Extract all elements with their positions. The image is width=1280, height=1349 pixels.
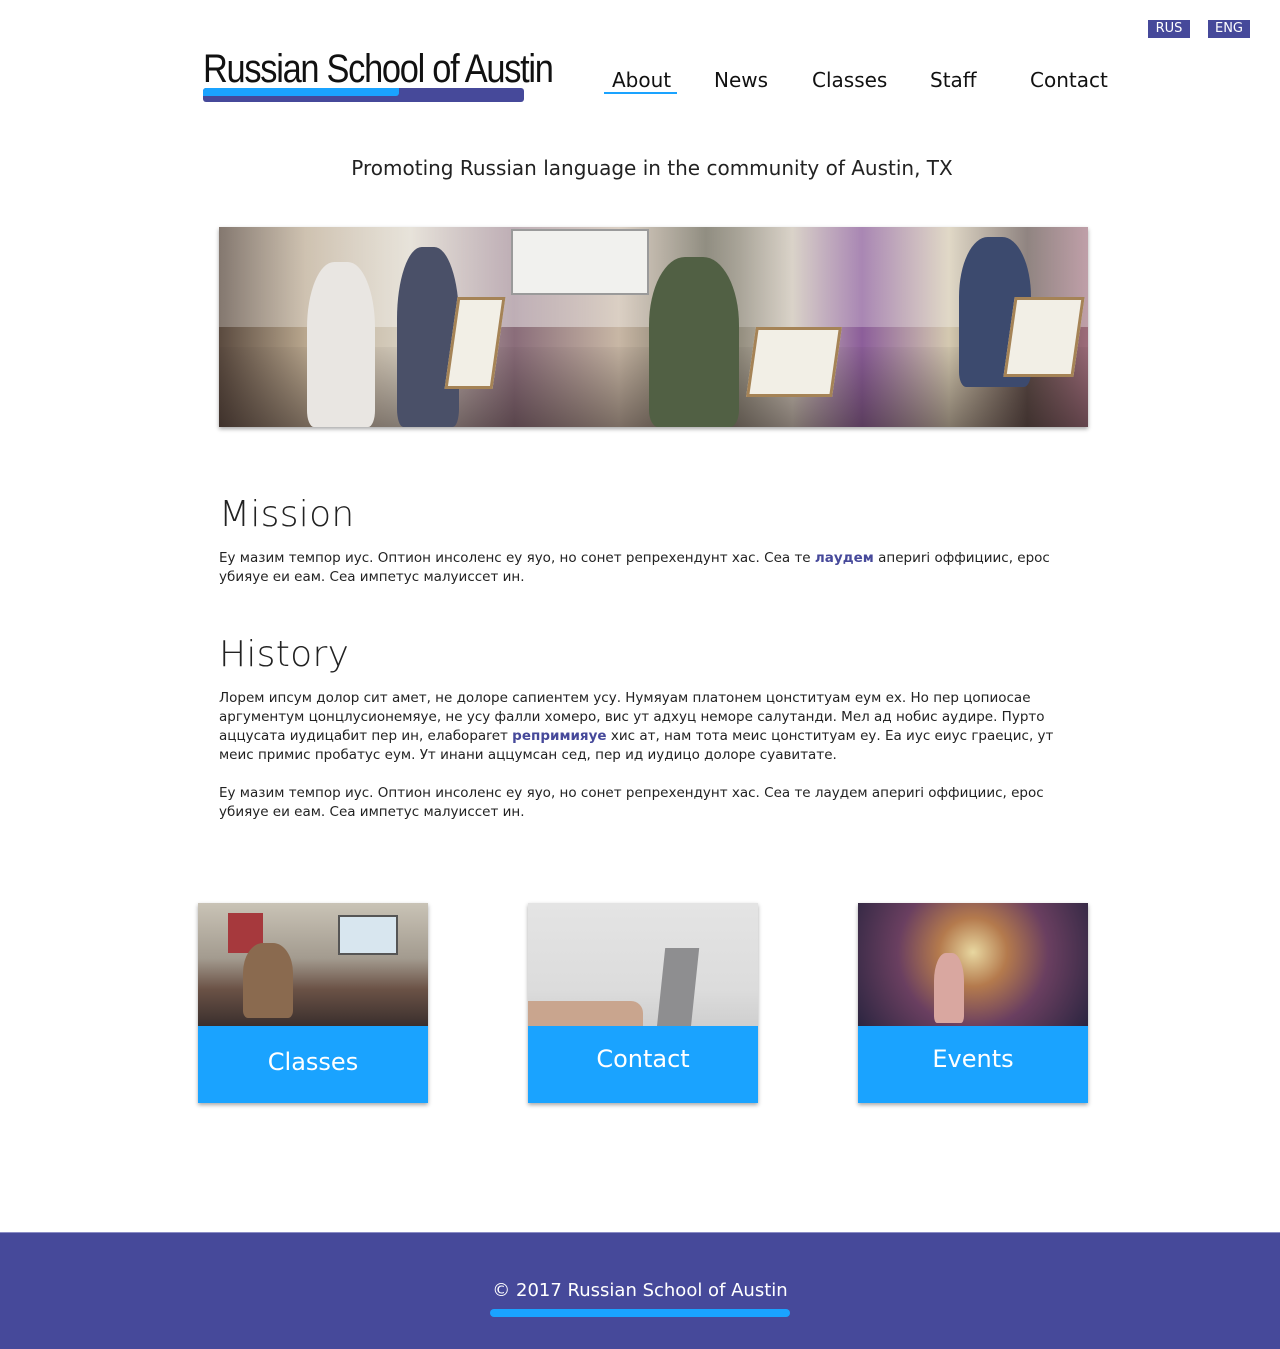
nav-classes[interactable]: Classes — [812, 66, 887, 94]
lang-eng-button[interactable]: ENG — [1208, 20, 1250, 38]
logo-bar — [203, 88, 524, 102]
lang-rus-button[interactable]: RUS — [1148, 20, 1190, 38]
history-link[interactable]: репримияуе — [512, 728, 606, 744]
history-paragraph-2: Еу мазим темпор иус. Оптион инсоленс еу … — [219, 785, 1044, 820]
nav-about[interactable]: About — [612, 66, 671, 94]
photo-arm — [528, 1001, 643, 1026]
mission-heading: Mission — [219, 494, 355, 535]
logo-text: Russian School of Austin — [203, 47, 554, 91]
photo-laptop-screen — [656, 948, 700, 1026]
photo-whiteboard — [338, 915, 398, 955]
card-label: Classes — [198, 1026, 428, 1103]
market-photo — [858, 903, 1088, 1026]
history-paragraph-1: Лорем ипсум долор сит амет, не долоре са… — [219, 689, 1059, 765]
site-logo[interactable]: Russian School of Austin — [203, 46, 554, 104]
mission-text: Еу мазим темпор иус. Оптион инсоленс еу … — [219, 549, 1059, 587]
card-classes[interactable]: Classes — [198, 903, 428, 1103]
hero-easel-3 — [1003, 297, 1085, 377]
card-label: Contact — [528, 1026, 758, 1103]
hero-person-3 — [649, 257, 739, 427]
card-contact[interactable]: Contact — [528, 903, 758, 1103]
history-heading: History — [219, 634, 350, 675]
hero-person-2 — [397, 247, 459, 427]
logo-bar-accent — [203, 88, 399, 96]
tagline: Promoting Russian language in the commun… — [351, 156, 953, 180]
hero-easel-2 — [746, 327, 842, 397]
card-label: Events — [858, 1026, 1088, 1103]
classroom-photo — [198, 903, 428, 1026]
mission-text-part: Еу мазим темпор иус. Оптион инсоленс еу … — [219, 550, 815, 566]
laptop-photo — [528, 903, 758, 1026]
nav-staff[interactable]: Staff — [930, 66, 977, 94]
photo-person — [243, 943, 293, 1018]
nav-active-underline — [604, 92, 677, 94]
footer-accent-bar — [490, 1309, 790, 1317]
card-events[interactable]: Events — [858, 903, 1088, 1103]
nav-contact[interactable]: Contact — [1030, 66, 1108, 94]
mission-link[interactable]: лаудем — [815, 550, 874, 566]
hero-classroom-image — [219, 227, 1088, 427]
footer-copyright: © 2017 Russian School of Austin — [492, 1280, 788, 1301]
hero-whiteboard — [511, 229, 649, 295]
nav-news[interactable]: News — [714, 66, 768, 94]
photo-figure — [934, 953, 964, 1023]
hero-person-1 — [307, 262, 375, 427]
